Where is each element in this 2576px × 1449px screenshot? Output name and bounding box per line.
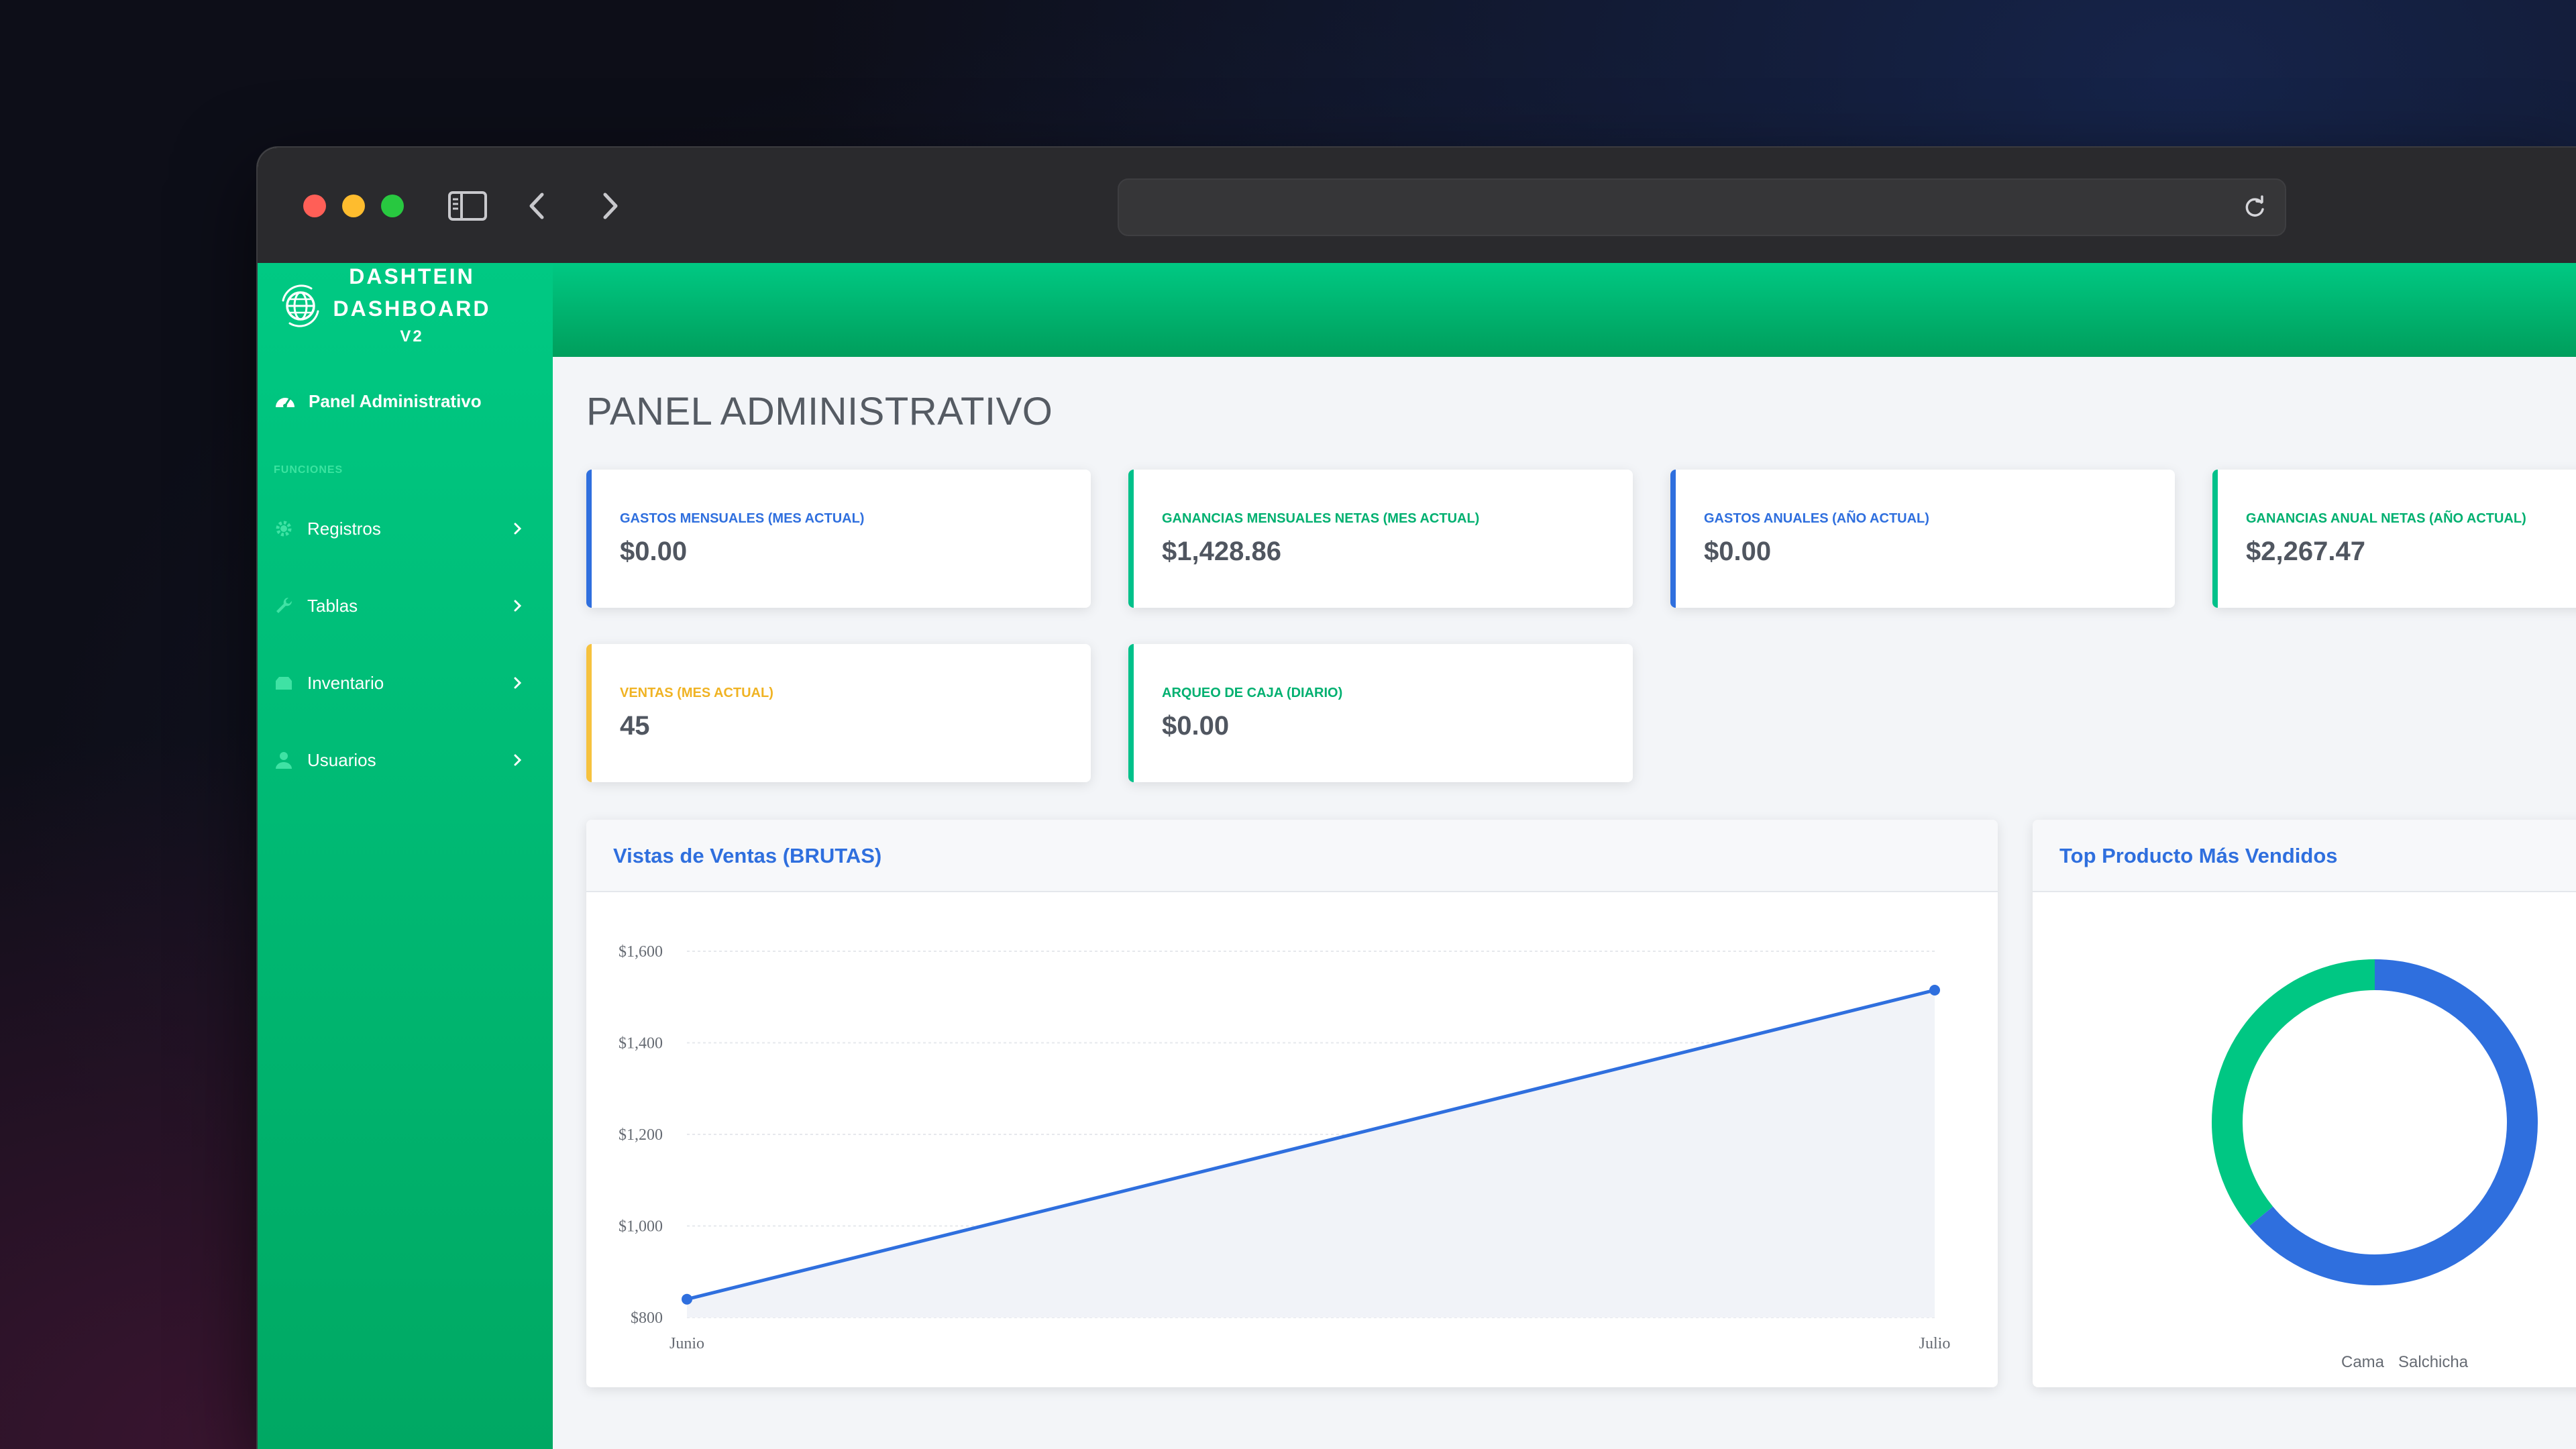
data-point: [682, 1293, 692, 1305]
brand-line-2: DASHBOARD: [333, 297, 491, 321]
donut-slice: [2212, 959, 2375, 1226]
panel-header: Top Producto Más Vendidos: [2033, 820, 2576, 892]
reload-icon[interactable]: [2242, 195, 2267, 220]
legend-label: Cama: [2341, 1353, 2385, 1371]
wrench-icon: [276, 597, 292, 613]
chevron-right-icon: [514, 600, 522, 612]
stat-card-label: Ganancias Anual Netas (Año Actual): [2246, 511, 2526, 526]
chevron-right-icon: [514, 754, 522, 766]
sidebar-item-label: Panel Administrativo: [309, 390, 482, 411]
brand-line-1: DASHTEIN: [349, 264, 475, 288]
stat-card-label: Arqueo de Caja (Diario): [1162, 686, 1343, 700]
top-navbar: [553, 263, 2576, 357]
legend-label: Salchicha: [2398, 1353, 2469, 1371]
y-tick-label: $1,600: [619, 943, 663, 961]
stat-card-ganancias-mensuales: Ganancias Mensuales Netas (Mes Actual) $…: [1128, 470, 1633, 608]
sidebar-item-registros[interactable]: Registros: [274, 510, 539, 547]
stat-card-label: Gastos Mensuales (Mes Actual): [620, 511, 865, 526]
donut-slice: [2249, 959, 2538, 1285]
stat-card-value: 45: [620, 711, 650, 741]
x-tick-label: Junio: [669, 1335, 704, 1352]
y-tick-label: $1,400: [619, 1035, 663, 1053]
sidebar-item-label: Inventario: [307, 672, 384, 693]
x-tick-label: Julio: [1919, 1335, 1951, 1352]
address-bar[interactable]: [1118, 178, 2286, 236]
stat-card-label: Ventas (Mes Actual): [620, 686, 773, 700]
stat-card-ganancias-anuales: Ganancias Anual Netas (Año Actual) $2,26…: [2212, 470, 2576, 608]
stat-card-value: $0.00: [620, 537, 688, 566]
sidebar-item-inventario[interactable]: Inventario: [274, 664, 539, 702]
sidebar-item-tablas[interactable]: Tablas: [274, 587, 539, 625]
globe-icon: [282, 284, 319, 327]
browser-titlebar: [258, 148, 2576, 263]
dashboard-gauge-icon: [276, 397, 294, 408]
user-icon: [276, 752, 292, 769]
donut-chart: Cama Salchicha: [2212, 959, 2538, 1371]
data-point: [1929, 985, 1940, 996]
sidebar-item-usuarios[interactable]: Usuarios: [274, 741, 539, 779]
stat-card-label: Ganancias Mensuales Netas (Mes Actual): [1162, 511, 1480, 526]
y-tick-label: $800: [631, 1309, 663, 1327]
line-chart: $800 $1,000 $1,200 $1,400 $1,600 Junio Julio: [619, 943, 1951, 1352]
minimize-window-button[interactable]: [342, 195, 365, 217]
chevron-right-icon: [514, 677, 522, 689]
line-chart-panel: Vistas de Ventas (BRUTAS) $800 $1,000 $1,2…: [586, 820, 1998, 1387]
stat-card-gastos-anuales: Gastos Anuales (Año Actual) $0.00: [1670, 470, 2175, 608]
donut-chart-panel: Top Producto Más Vendidos Cama Salchicha: [2033, 820, 2576, 1387]
stat-card-label: Gastos Anuales (Año Actual): [1704, 511, 1929, 526]
stat-card-value: $2,267.47: [2246, 537, 2365, 566]
stat-card-gastos-mensuales: Gastos Mensuales (Mes Actual) $0.00: [586, 470, 1091, 608]
browser-window: DASHTEIN DASHBOARD V2 Panel Administrati…: [258, 148, 2576, 1449]
maximize-window-button[interactable]: [381, 195, 404, 217]
panel-header: Vistas de Ventas (BRUTAS): [586, 820, 1998, 892]
chevron-right-icon: [514, 523, 522, 535]
y-tick-label: $1,000: [619, 1218, 663, 1236]
panel-title: Top Producto Más Vendidos: [2059, 844, 2338, 867]
back-icon[interactable]: [514, 182, 561, 229]
stat-card-value: $1,428.86: [1162, 537, 1281, 566]
stat-card-arqueo-caja: Arqueo de Caja (Diario) $0.00: [1128, 644, 1633, 782]
forward-icon[interactable]: [586, 182, 633, 229]
sidebar-toggle-icon[interactable]: [444, 182, 491, 229]
sidebar-item-label: Registros: [307, 518, 381, 539]
sidebar: DASHTEIN DASHBOARD V2 Panel Administrati…: [258, 263, 553, 1449]
gear-icon: [276, 521, 292, 537]
sidebar-item-label: Usuarios: [307, 749, 376, 770]
y-tick-label: $1,200: [619, 1126, 663, 1144]
panel-title: Vistas de Ventas (BRUTAS): [613, 844, 882, 867]
sidebar-section-heading: FUNCIONES: [274, 464, 343, 476]
stat-card-value: $0.00: [1704, 537, 1772, 566]
close-window-button[interactable]: [303, 195, 326, 217]
box-icon: [276, 677, 292, 690]
brand-line-3: V2: [400, 327, 424, 345]
sidebar-item-panel-administrativo[interactable]: Panel Administrativo: [274, 385, 482, 417]
page-title: PANEL ADMINISTRATIVO: [586, 390, 1053, 433]
sidebar-item-label: Tablas: [307, 595, 358, 616]
series-area: [687, 990, 1935, 1318]
stat-card-ventas: Ventas (Mes Actual) 45: [586, 644, 1091, 782]
stat-card-value: $0.00: [1162, 711, 1230, 741]
